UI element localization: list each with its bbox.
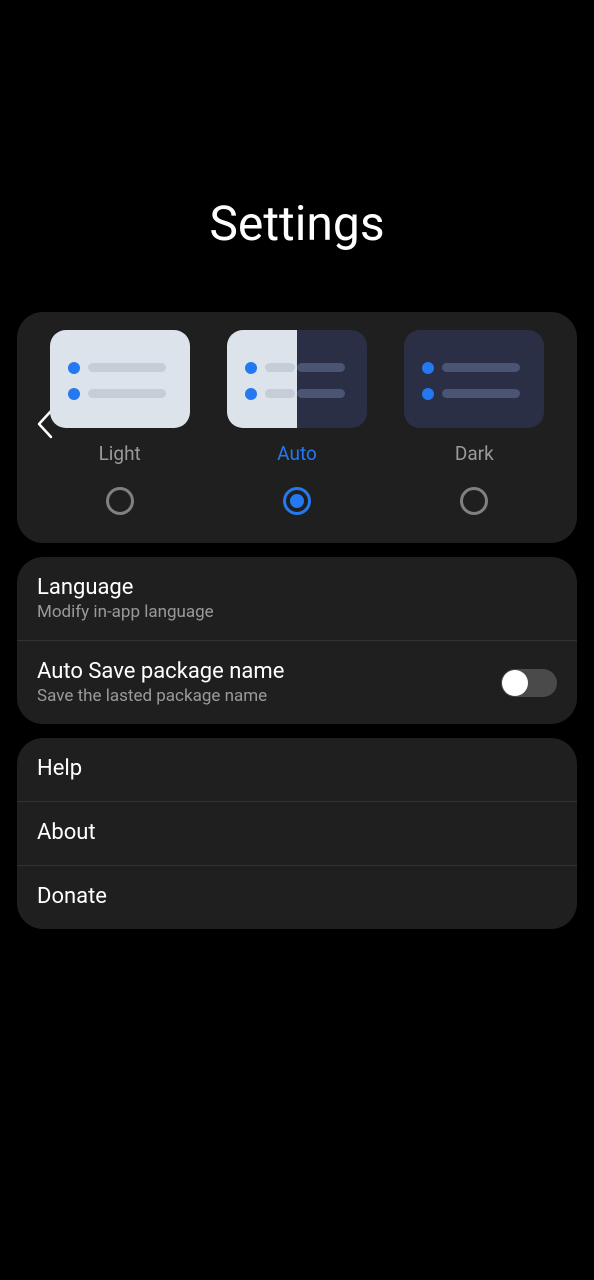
theme-option-auto[interactable]: Auto (214, 330, 379, 515)
theme-preview-auto (227, 330, 367, 428)
list-item-help[interactable]: Help (17, 738, 577, 802)
list-item-about[interactable]: About (17, 802, 577, 866)
list-item-language[interactable]: Language Modify in-app language (17, 557, 577, 641)
theme-label-auto: Auto (277, 442, 317, 465)
toggle-auto-save[interactable] (501, 669, 557, 697)
page-title: Settings (0, 195, 594, 252)
theme-label-light: Light (99, 442, 141, 465)
settings-group-1: Language Modify in-app language Auto Sav… (17, 557, 577, 724)
radio-light[interactable] (106, 487, 134, 515)
list-item-title: Help (37, 756, 557, 781)
list-item-donate[interactable]: Donate (17, 866, 577, 929)
list-item-title: Auto Save package name (37, 659, 501, 684)
theme-option-dark[interactable]: Dark (392, 330, 557, 515)
theme-label-dark: Dark (455, 442, 494, 465)
theme-preview-light (50, 330, 190, 428)
radio-auto[interactable] (283, 487, 311, 515)
list-item-subtitle: Modify in-app language (37, 602, 557, 622)
list-item-title: Language (37, 575, 557, 600)
radio-dark[interactable] (460, 487, 488, 515)
theme-preview-dark (404, 330, 544, 428)
theme-selector-card: Light Auto (17, 312, 577, 543)
theme-option-light[interactable]: Light (37, 330, 202, 515)
toggle-thumb (502, 670, 528, 696)
list-item-subtitle: Save the lasted package name (37, 686, 501, 706)
settings-group-2: Help About Donate (17, 738, 577, 929)
list-item-title: Donate (37, 884, 557, 909)
list-item-title: About (37, 820, 557, 845)
list-item-auto-save[interactable]: Auto Save package name Save the lasted p… (17, 641, 577, 724)
